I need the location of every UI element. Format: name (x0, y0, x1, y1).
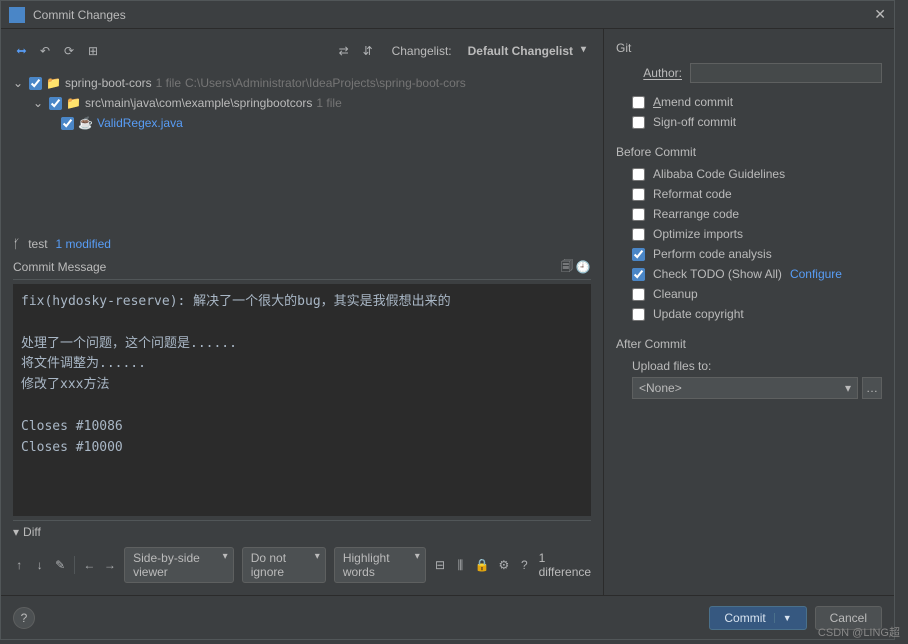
prev-file-icon[interactable]: ← (83, 557, 95, 573)
edit-icon[interactable]: ✎ (54, 557, 66, 573)
before-item: Update copyright (632, 307, 882, 321)
chevron-down-icon[interactable]: ⌄ (33, 96, 45, 110)
changelist-select[interactable]: Default Changelist (460, 41, 591, 61)
help-icon[interactable]: ? (518, 557, 530, 573)
before-checkbox[interactable] (632, 268, 645, 281)
chevron-down-icon[interactable]: ⌄ (13, 76, 25, 90)
signoff-label: Sign-off commit (653, 115, 736, 129)
message-history-icon[interactable]: 🗐 (559, 259, 575, 275)
tree-root[interactable]: ⌄ 📁 spring-boot-cors 1 file C:\Users\Adm… (13, 73, 591, 93)
folder-icon: 📁 (66, 96, 81, 110)
sync-scroll-icon[interactable]: ⫼ (454, 557, 466, 573)
gear-icon[interactable]: ⚙ (498, 557, 510, 573)
prev-diff-icon[interactable]: ↑ (13, 557, 25, 573)
before-label: Cleanup (653, 287, 698, 301)
viewer-select[interactable]: Side-by-side viewer (124, 547, 234, 583)
commit-message-input[interactable] (13, 284, 591, 516)
before-checkbox[interactable] (632, 168, 645, 181)
highlight-select[interactable]: Highlight words (334, 547, 426, 583)
collapse-icon[interactable]: ⇵ (360, 43, 376, 59)
group-icon[interactable]: ⊞ (85, 43, 101, 59)
help-button[interactable]: ? (13, 607, 35, 629)
changelist-label: Changelist: (392, 44, 452, 58)
modified-count: 1 modified (56, 237, 111, 251)
before-label: Reformat code (653, 187, 732, 201)
refresh-icon[interactable] (13, 43, 29, 59)
clock-icon[interactable]: 🕘 (575, 259, 591, 275)
before-label: Perform code analysis (653, 247, 772, 261)
collapse-unchanged-icon[interactable]: ⊟ (434, 557, 446, 573)
signoff-checkbox[interactable] (632, 116, 645, 129)
before-label: Optimize imports (653, 227, 743, 241)
before-label: Check TODO (Show All) (653, 267, 782, 281)
upload-select[interactable]: <None> (632, 377, 858, 399)
redo-icon[interactable]: ⟳ (61, 43, 77, 59)
window-title: Commit Changes (33, 8, 874, 22)
undo-icon[interactable]: ↶ (37, 43, 53, 59)
app-icon (9, 7, 25, 23)
branch-icon: ᚶ (13, 237, 20, 251)
git-header: Git (616, 41, 882, 55)
author-input[interactable] (690, 63, 882, 83)
chevron-down-icon[interactable]: ▾ (13, 525, 19, 539)
tree-folder[interactable]: ⌄ 📁 src\main\java\com\example\springboot… (13, 93, 591, 113)
next-file-icon[interactable]: → (104, 557, 116, 573)
diff-count: 1 difference (539, 551, 591, 579)
tree-checkbox[interactable] (29, 77, 42, 90)
before-item: Check TODO (Show All) Configure (632, 267, 882, 281)
lock-icon[interactable]: 🔒 (475, 557, 490, 573)
configure-link[interactable]: Configure (790, 267, 842, 281)
tree-checkbox[interactable] (49, 97, 62, 110)
commit-button[interactable]: Commit▼ (709, 606, 806, 630)
diff-title: Diff (23, 525, 41, 539)
next-diff-icon[interactable]: ↓ (33, 557, 45, 573)
java-file-icon: ☕ (78, 116, 93, 130)
author-label: Author: (632, 66, 682, 80)
tree-checkbox[interactable] (61, 117, 74, 130)
before-item: Alibaba Code Guidelines (632, 167, 882, 181)
watermark: CSDN @LING超 (818, 624, 900, 640)
before-item: Optimize imports (632, 227, 882, 241)
amend-checkbox[interactable] (632, 96, 645, 109)
expand-icon[interactable]: ⇄ (336, 43, 352, 59)
amend-label: Amend commit (653, 95, 733, 109)
browse-button[interactable]: … (862, 377, 882, 399)
before-checkbox[interactable] (632, 228, 645, 241)
tree-file[interactable]: ☕ ValidRegex.java (13, 113, 591, 133)
commit-message-title: Commit Message (13, 260, 106, 274)
before-commit-header: Before Commit (616, 145, 882, 159)
branch-name: test (28, 237, 47, 251)
before-label: Alibaba Code Guidelines (653, 167, 785, 181)
folder-icon: 📁 (46, 76, 61, 90)
before-checkbox[interactable] (632, 288, 645, 301)
after-commit-header: After Commit (616, 337, 882, 351)
before-item: Reformat code (632, 187, 882, 201)
before-checkbox[interactable] (632, 208, 645, 221)
close-icon[interactable]: ✕ (874, 6, 886, 23)
before-label: Rearrange code (653, 207, 739, 221)
before-checkbox[interactable] (632, 248, 645, 261)
file-tree: ⌄ 📁 spring-boot-cors 1 file C:\Users\Adm… (13, 73, 591, 233)
before-label: Update copyright (653, 307, 744, 321)
before-item: Perform code analysis (632, 247, 882, 261)
ignore-select[interactable]: Do not ignore (242, 547, 326, 583)
before-checkbox[interactable] (632, 308, 645, 321)
before-item: Rearrange code (632, 207, 882, 221)
before-checkbox[interactable] (632, 188, 645, 201)
upload-label: Upload files to: (632, 359, 882, 373)
before-item: Cleanup (632, 287, 882, 301)
